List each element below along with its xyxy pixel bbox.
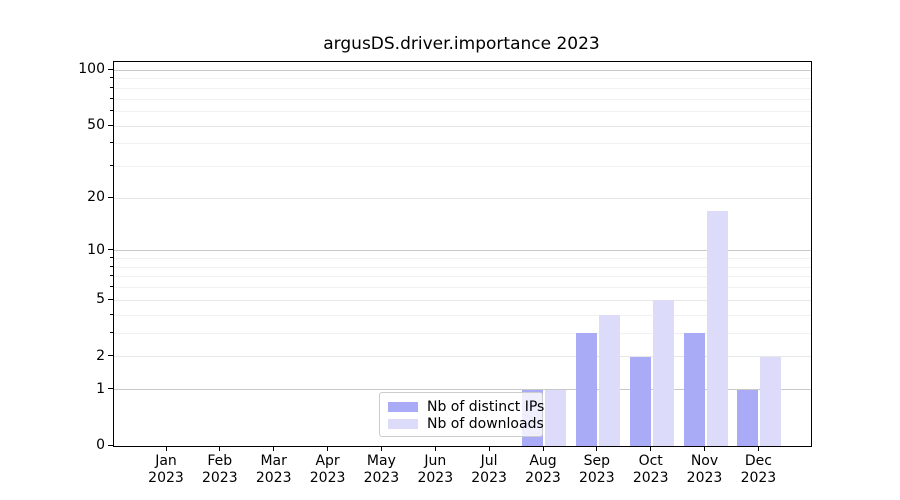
- gridline-minor-40: [114, 143, 811, 144]
- legend: Nb of distinct IPs Nb of downloads: [379, 392, 543, 437]
- x-tick-label-dec: Dec2023: [726, 453, 790, 487]
- legend-label-distinct-ips: Nb of distinct IPs: [427, 399, 544, 415]
- y-tick-mark-20: [108, 197, 113, 198]
- y-tick-mark-0: [108, 445, 113, 446]
- x-tick-mark-dec: [758, 446, 759, 451]
- gridline-minor-80: [114, 88, 811, 89]
- gridline-20: [114, 198, 811, 199]
- bar-nb-of-downloads-nov: [707, 211, 728, 446]
- bar-nb-of-distinct-ips-sep: [576, 333, 597, 446]
- x-tick-month-dec: Dec: [726, 453, 790, 470]
- x-tick-mark-mar: [273, 446, 274, 451]
- y-minor-tick-mark-80: [110, 87, 113, 88]
- y-minor-tick-mark-9: [110, 257, 113, 258]
- x-tick-mark-nov: [704, 446, 705, 451]
- y-minor-tick-mark-7: [110, 275, 113, 276]
- bar-nb-of-distinct-ips-oct: [630, 357, 651, 446]
- legend-swatch-downloads: [388, 419, 418, 429]
- bar-nb-of-downloads-aug: [545, 390, 566, 446]
- y-tick-label-2: 2: [65, 347, 105, 365]
- gridline-minor-70: [114, 99, 811, 100]
- gridline-minor-30: [114, 166, 811, 167]
- bar-nb-of-downloads-dec: [760, 357, 781, 446]
- bar-nb-of-distinct-ips-nov: [684, 333, 705, 446]
- y-tick-label-50: 50: [65, 116, 105, 134]
- x-tick-mark-jun: [435, 446, 436, 451]
- y-minor-tick-mark-6: [110, 286, 113, 287]
- gridline-minor-90: [114, 78, 811, 79]
- y-tick-mark-50: [108, 125, 113, 126]
- y-minor-tick-mark-8: [110, 266, 113, 267]
- x-tick-mark-jul: [489, 446, 490, 451]
- y-tick-mark-1: [108, 388, 113, 389]
- x-tick-mark-jan: [166, 446, 167, 451]
- gridline-minor-60: [114, 111, 811, 112]
- gridline-100: [114, 70, 811, 71]
- legend-item-distinct-ips: Nb of distinct IPs: [388, 398, 534, 415]
- chart-figure: argusDS.driver.importance 2023 Nb of dis…: [0, 0, 900, 500]
- x-tick-year-dec: 2023: [726, 470, 790, 487]
- y-tick-mark-100: [108, 69, 113, 70]
- x-tick-mark-aug: [543, 446, 544, 451]
- bar-nb-of-distinct-ips-dec: [737, 390, 758, 446]
- y-minor-tick-mark-4: [110, 314, 113, 315]
- y-tick-label-0: 0: [65, 436, 105, 454]
- y-tick-label-100: 100: [65, 60, 105, 78]
- y-tick-label-10: 10: [65, 241, 105, 259]
- x-tick-mark-oct: [650, 446, 651, 451]
- y-minor-tick-mark-3: [110, 332, 113, 333]
- x-tick-mark-feb: [219, 446, 220, 451]
- y-tick-mark-2: [108, 355, 113, 356]
- x-tick-mark-apr: [327, 446, 328, 451]
- y-minor-tick-mark-60: [110, 110, 113, 111]
- y-tick-label-20: 20: [65, 188, 105, 206]
- y-minor-tick-mark-90: [110, 77, 113, 78]
- chart-title: argusDS.driver.importance 2023: [113, 34, 810, 54]
- legend-item-downloads: Nb of downloads: [388, 415, 534, 432]
- x-tick-mark-may: [381, 446, 382, 451]
- y-tick-label-5: 5: [65, 290, 105, 308]
- bar-nb-of-downloads-oct: [653, 300, 674, 446]
- x-tick-mark-sep: [596, 446, 597, 451]
- y-minor-tick-mark-70: [110, 98, 113, 99]
- y-minor-tick-mark-40: [110, 142, 113, 143]
- y-tick-label-1: 1: [65, 380, 105, 398]
- legend-swatch-distinct-ips: [388, 402, 418, 412]
- bar-nb-of-downloads-sep: [599, 315, 620, 446]
- y-tick-mark-10: [108, 249, 113, 250]
- plot-area: Nb of distinct IPs Nb of downloads: [113, 61, 812, 447]
- y-tick-mark-5: [108, 299, 113, 300]
- y-minor-tick-mark-30: [110, 165, 113, 166]
- legend-label-downloads: Nb of downloads: [427, 416, 544, 432]
- gridline-50: [114, 126, 811, 127]
